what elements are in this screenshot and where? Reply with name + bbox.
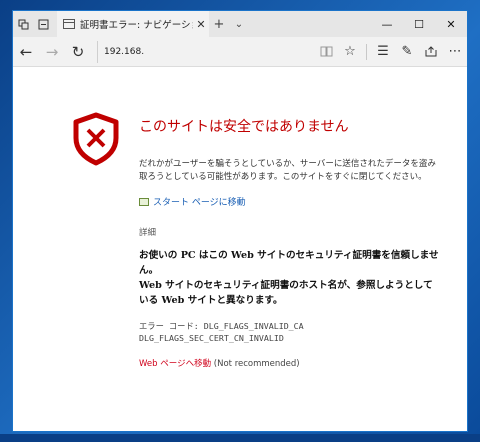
error-headline: このサイトは安全ではありません [139, 119, 349, 135]
reading-view-icon[interactable] [314, 37, 338, 67]
tab-active[interactable]: 証明書エラー: ナビゲーション ✕ [57, 11, 209, 37]
forward-arrow-icon[interactable]: → [39, 37, 65, 67]
explanation-line-1: お使いの PC はこの Web サイトのセキュリティ証明書を信頼しません。 [139, 250, 439, 276]
title-bar: 証明書エラー: ナビゲーション ✕ + ⌄ — ☐ ✕ [13, 11, 467, 37]
shield-error-icon [73, 112, 119, 166]
nav-bar: ← → ↻ 192.168. ☆ ☰ ✎ ⋯ [13, 37, 467, 67]
start-page-link-label: スタート ページに移動 [153, 198, 246, 208]
toolbar-separator [366, 43, 367, 60]
page-icon [63, 19, 75, 29]
favorite-star-icon[interactable]: ☆ [338, 37, 362, 67]
hub-icon[interactable]: ☰ [371, 37, 395, 67]
address-url: 192.168. [104, 46, 145, 57]
go-to-webpage-link[interactable]: Web ページへ移動 [139, 359, 211, 369]
close-icon[interactable]: ✕ [193, 18, 209, 31]
explanation-line-2: Web サイトのセキュリティ証明書のホスト名が、参照しようとしている Web サ… [139, 280, 433, 306]
pen-icon[interactable]: ✎ [395, 37, 419, 67]
maximize-icon[interactable]: ☐ [403, 11, 435, 37]
error-code-line-2: DLG_FLAGS_SEC_CERT_CN_INVALID [139, 333, 284, 343]
home-icon [139, 197, 149, 206]
tab-manager-icon[interactable] [13, 11, 33, 37]
error-code: エラー コード: DLG_FLAGS_INVALID_CA DLG_FLAGS_S… [139, 320, 449, 344]
error-code-line-1: エラー コード: DLG_FLAGS_INVALID_CA [139, 321, 304, 331]
new-tab-icon[interactable]: + [209, 11, 229, 37]
start-page-link[interactable]: スタート ページに移動 [139, 195, 246, 208]
go-to-webpage: Web ページへ移動 (Not recommended) [139, 357, 300, 369]
back-tabs-icon[interactable] [33, 11, 53, 37]
error-page: このサイトは安全ではありません だれかがユーザーを騙そうとしているか、サーバーに… [13, 68, 467, 431]
not-recommended-note: (Not recommended) [211, 359, 300, 369]
browser-window: 証明書エラー: ナビゲーション ✕ + ⌄ — ☐ ✕ ← → ↻ 192.16… [12, 10, 468, 432]
error-explanation: お使いの PC はこの Web サイトのセキュリティ証明書を信頼しません。 We… [139, 248, 439, 308]
tab-title: 証明書エラー: ナビゲーション [80, 20, 193, 31]
share-icon[interactable] [419, 37, 443, 67]
refresh-icon[interactable]: ↻ [65, 37, 91, 67]
chevron-down-icon[interactable]: ⌄ [229, 11, 249, 37]
address-bar[interactable]: 192.168. [97, 40, 314, 63]
details-label[interactable]: 詳細 [139, 226, 156, 238]
minimize-icon[interactable]: — [371, 11, 403, 37]
desktop-background [0, 434, 480, 442]
window-close-icon[interactable]: ✕ [435, 11, 467, 37]
back-arrow-icon[interactable]: ← [13, 37, 39, 67]
error-description: だれかがユーザーを騙そうとしているか、サーバーに送信されたデータを盗み取ろうとし… [139, 159, 436, 182]
more-icon[interactable]: ⋯ [443, 37, 467, 67]
